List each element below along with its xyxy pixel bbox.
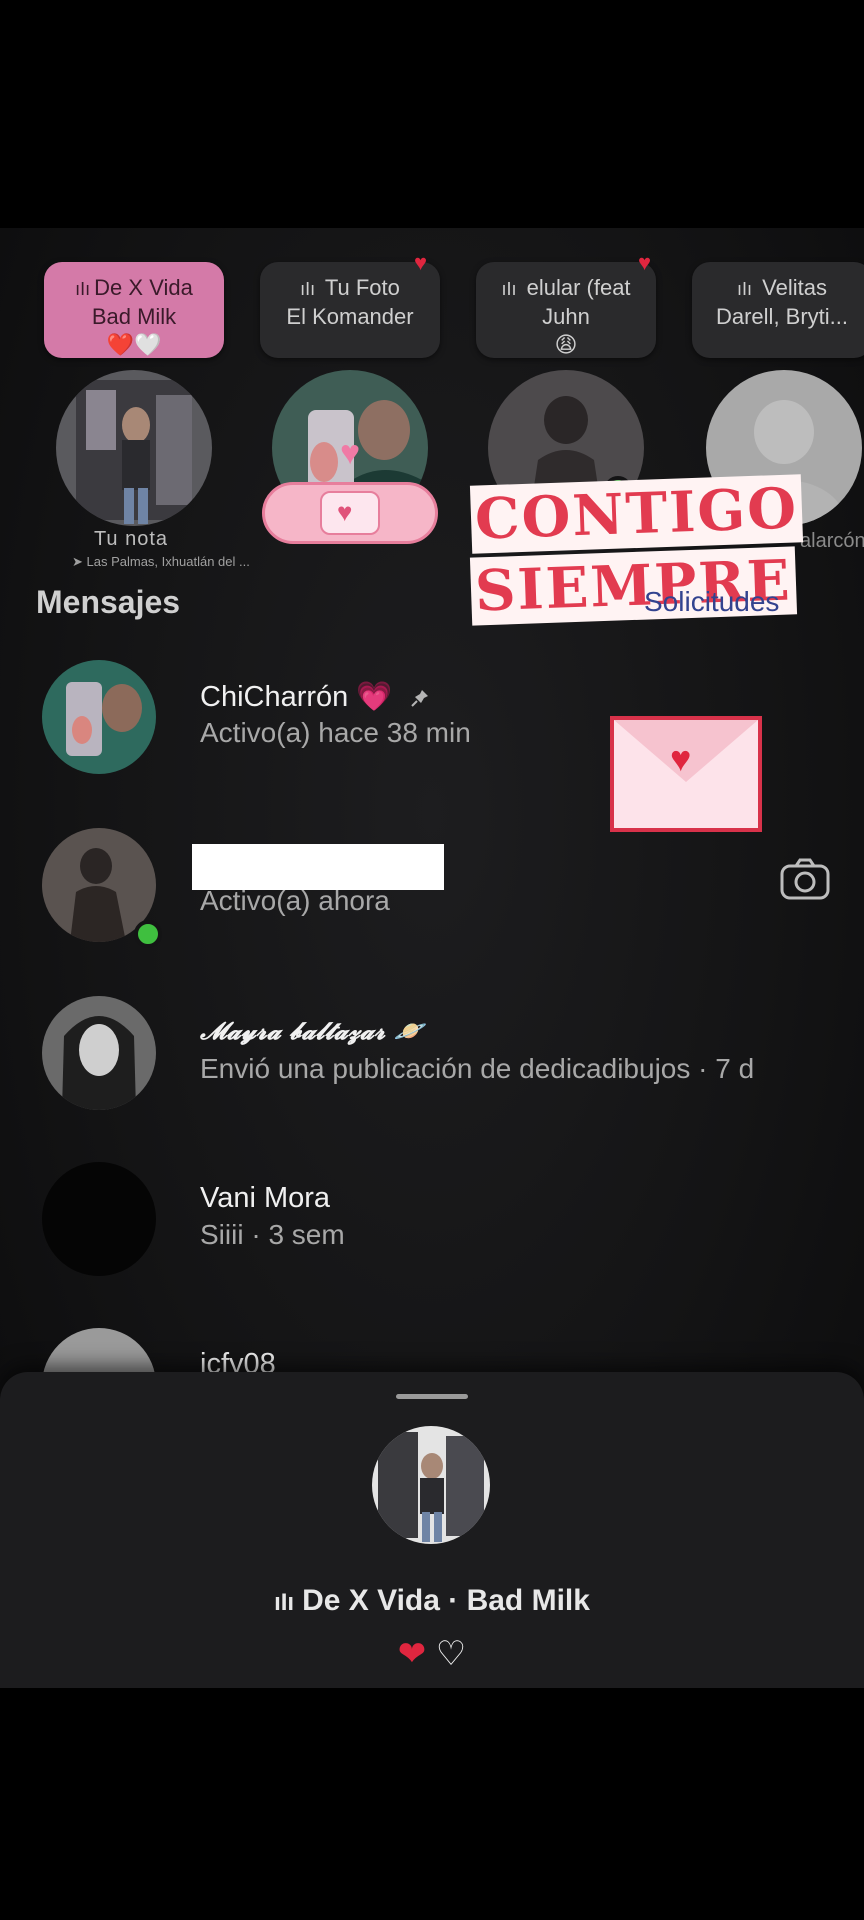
note-bubble[interactable]: ıIı Velitas Darell, Bryti...: [692, 262, 864, 358]
notes-row: ıIı De X Vida Bad Milk ❤️🤍 Tu nota ➤ Las …: [0, 228, 864, 626]
contact-name-text: ChiCharrón: [200, 681, 349, 713]
messages-screen: ıIı De X Vida Bad Milk ❤️🤍 Tu nota ➤ Las …: [0, 228, 864, 1688]
music-icon: ıIı: [75, 279, 91, 299]
sticker-line-1: CONTIGO: [469, 474, 804, 554]
note-bubble[interactable]: ıIı elular (feat Juhn 😩: [476, 262, 656, 358]
sheet-song-line: ıIı De X Vida · Bad Milk: [0, 1584, 864, 1618]
contact-status: Activo(a) hace 38 min: [200, 717, 471, 748]
contact-name-text: 𝓜𝓪𝔂𝓻𝓪 𝓫𝓪𝓵𝓽𝓪𝔃𝓪𝓻: [200, 1016, 386, 1045]
note-artist: Darell, Bryti...: [715, 304, 849, 329]
note-artist: El Komander: [286, 304, 414, 329]
music-icon: ıIı: [300, 279, 316, 299]
camera-icon[interactable]: [780, 858, 830, 900]
contact-emoji: 💗: [356, 681, 393, 713]
bandaid-sticker: ♥: [262, 482, 438, 544]
requests-link[interactable]: Solicitudes: [644, 586, 779, 618]
location-text: Las Palmas, Ixhuatlán del ...: [86, 554, 250, 569]
heart-icon: ♥: [337, 497, 353, 527]
note-bottom-sheet[interactable]: ıIı De X Vida · Bad Milk ❤ ♡: [0, 1372, 864, 1688]
message-row[interactable]: 𝓜𝓪𝔂𝓻𝓪 𝓫𝓪𝓵𝓽𝓪𝔃𝓪𝓻 🪐 Envió una publicación d…: [0, 996, 864, 1146]
message-row[interactable]: Activo(a) ahora: [0, 828, 864, 978]
section-title-messages: Mensajes: [36, 584, 181, 620]
music-icon: ıIı: [737, 279, 753, 299]
red-heart-icon: ❤: [397, 1635, 427, 1673]
note-own[interactable]: ıIı De X Vida Bad Milk ❤️🤍 Tu nota ➤ Las …: [36, 250, 250, 570]
message-row[interactable]: ChiCharrón 💗 Activo(a) hace 38 min: [0, 660, 864, 810]
music-icon: ıIı: [501, 279, 517, 299]
contact-name: 𝓜𝓪𝔂𝓻𝓪 𝓫𝓪𝓵𝓽𝓪𝔃𝓪𝓻 🪐: [200, 1016, 423, 1045]
note-artist: Juhn: [542, 304, 590, 329]
note-song: Tu Foto: [324, 275, 400, 300]
contact-emoji: 🪐: [393, 1016, 424, 1045]
contact-name: Vani Mora: [200, 1182, 331, 1214]
contact-status: Activo(a) ahora: [200, 885, 390, 916]
note-emoji: ❤️🤍: [106, 332, 162, 357]
avatar[interactable]: [42, 996, 156, 1110]
note-song: De X Vida: [94, 275, 193, 300]
note-bubble[interactable]: ıIı De X Vida Bad Milk ❤️🤍: [44, 262, 224, 358]
music-icon: ıIı: [274, 1589, 295, 1616]
avatar[interactable]: [42, 1162, 156, 1276]
pin-icon: [410, 690, 428, 708]
avatar: [372, 1426, 490, 1544]
sheet-drag-handle[interactable]: [396, 1394, 468, 1399]
note-owner-label: Tu nota: [93, 528, 169, 550]
note-song: elular (feat: [526, 275, 631, 300]
online-status-dot: [134, 920, 162, 948]
avatar[interactable]: [42, 660, 156, 774]
message-row[interactable]: Vani Mora Siiii · 3 sem: [0, 1162, 864, 1312]
heart-icon: ♥: [340, 434, 361, 472]
contact-last-message: Envió una publicación de dedicadibujos ·…: [200, 1053, 755, 1084]
note-bubble[interactable]: ıIı Tu Foto El Komander: [260, 262, 440, 358]
sheet-emoji-line: ❤ ♡: [0, 1634, 864, 1674]
note-location: ➤ Las Palmas, Ixhuatlán del ...: [72, 554, 250, 569]
heart-icon: ♥: [638, 250, 652, 275]
contact-name: ChiCharrón 💗: [200, 680, 429, 714]
avatar[interactable]: [56, 370, 212, 526]
note-artist: Bad Milk: [91, 304, 177, 329]
sheet-song-text: De X Vida · Bad Milk: [302, 1584, 590, 1617]
note-song: Velitas: [762, 275, 827, 300]
heart-icon: ♥: [414, 250, 428, 275]
note-emoji: 😩: [554, 332, 578, 357]
redacted-name: [192, 844, 444, 890]
white-heart-icon: ♡: [435, 1635, 467, 1673]
contact-last-message: Siiii · 3 sem: [200, 1219, 345, 1250]
